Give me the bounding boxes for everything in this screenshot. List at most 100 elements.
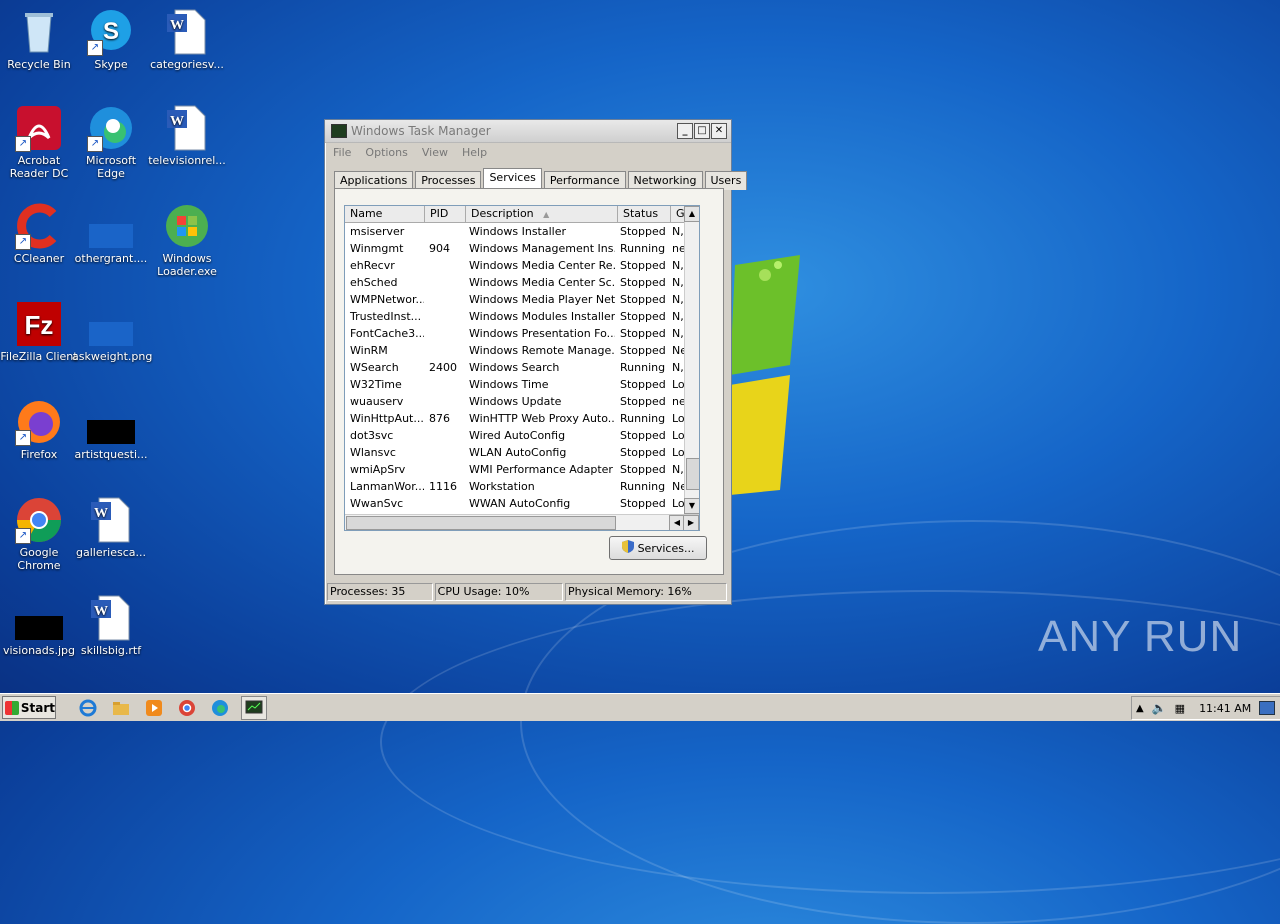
table-row[interactable]: WwanSvc WWAN AutoConfig Stopped Lo <box>345 495 699 512</box>
services-button[interactable]: Services... <box>609 536 707 560</box>
start-button[interactable]: Start <box>2 696 56 719</box>
service-description: Workstation <box>469 480 535 493</box>
task-manager-window[interactable]: Windows Task Manager _ □ ✕ File Options … <box>324 119 748 605</box>
column-name[interactable]: Name <box>345 206 425 222</box>
desktop-icon-galleriesca[interactable]: W galleriesca... <box>72 496 150 559</box>
close-button[interactable]: ✕ <box>711 123 727 139</box>
shortcut-arrow-icon: ↗ <box>87 136 103 152</box>
desktop-icon-askweight[interactable]: askweight.png <box>72 300 152 363</box>
desktop-icon-televisionrel[interactable]: W televisionrel... <box>148 104 226 167</box>
maximize-button[interactable]: □ <box>694 123 710 139</box>
network-icon[interactable]: ▦ <box>1175 702 1185 715</box>
desktop-icon-filezilla[interactable]: Fz FileZilla Client <box>0 300 78 363</box>
shortcut-arrow-icon: ↗ <box>15 136 31 152</box>
desktop-icon-othergrant[interactable]: othergrant.... <box>72 202 150 265</box>
table-row[interactable]: msiserver Windows Installer Stopped N, <box>345 223 699 240</box>
menu-help[interactable]: Help <box>462 146 487 159</box>
icon-label: categoriesv... <box>150 58 224 71</box>
show-hidden-icons-icon[interactable]: ▲ <box>1136 703 1144 714</box>
service-pid <box>424 461 464 478</box>
column-pid[interactable]: PID <box>425 206 466 222</box>
show-desktop-icon[interactable] <box>1259 701 1276 715</box>
word-document-icon: W <box>87 496 135 544</box>
service-status: Stopped <box>620 344 666 357</box>
column-description[interactable]: Description ▲ <box>466 206 618 222</box>
scroll-thumb[interactable] <box>686 458 699 490</box>
desktop-icon-skype[interactable]: S ↗ Skype <box>72 8 150 71</box>
sort-up-icon: ▲ <box>543 210 550 219</box>
service-name: W32Time <box>350 378 402 391</box>
icon-label: visionads.jpg <box>2 644 76 657</box>
table-row[interactable]: WinRM Windows Remote Manage... Stopped Ne <box>345 342 699 359</box>
service-description: Windows Remote Manage... <box>469 344 615 357</box>
table-row[interactable]: WMPNetwor... Windows Media Player Net... S… <box>345 291 699 308</box>
acrobat-icon: ↗ <box>15 104 63 152</box>
desktop-icon-chrome[interactable]: ↗ Google Chrome <box>0 496 78 572</box>
table-row[interactable]: WSearch 2400 Windows Search Running N, <box>345 359 699 376</box>
edge-taskbar-icon[interactable] <box>208 697 232 719</box>
icon-label: Google Chrome <box>17 546 61 572</box>
table-row[interactable]: Winmgmt 904 Windows Management Ins... Runni… <box>345 240 699 257</box>
table-row[interactable]: ehSched Windows Media Center Sc... Stopped… <box>345 274 699 291</box>
word-document-icon: W <box>163 104 211 152</box>
scroll-up-icon[interactable]: ▲ <box>684 206 699 222</box>
volume-icon[interactable]: 🔈 <box>1152 701 1167 715</box>
desktop-icon-ccleaner[interactable]: ↗ CCleaner <box>0 202 78 265</box>
service-status: Stopped <box>620 395 666 408</box>
desktop-icon-skillsbig[interactable]: W skillsbig.rtf <box>72 594 150 657</box>
service-name: dot3svc <box>350 429 394 442</box>
system-tray: ▲ 🔈 ▦ 11:41 AM <box>1131 696 1280 720</box>
service-pid <box>424 274 464 291</box>
scroll-down-icon[interactable]: ▼ <box>684 498 699 514</box>
table-row[interactable]: FontCache3... Windows Presentation Fo... S… <box>345 325 699 342</box>
desktop-icon-acrobat[interactable]: ↗ Acrobat Reader DC <box>0 104 78 180</box>
hscroll-thumb[interactable] <box>346 516 616 530</box>
file-explorer-icon[interactable] <box>109 697 133 719</box>
desktop-icon-visionads[interactable]: visionads.jpg <box>0 594 78 657</box>
column-status[interactable]: Status <box>618 206 671 222</box>
service-pid <box>424 257 464 274</box>
table-row[interactable]: TrustedInst... Windows Modules Installer S… <box>345 308 699 325</box>
vertical-scrollbar[interactable]: ▲ ▼ <box>684 206 699 514</box>
service-status: Stopped <box>620 378 666 391</box>
desktop-icon-firefox[interactable]: ↗ Firefox <box>0 398 78 461</box>
minimize-button[interactable]: _ <box>677 123 693 139</box>
desktop-icon-windows-loader[interactable]: Windows Loader.exe <box>148 202 226 278</box>
svg-text:W: W <box>170 114 184 129</box>
services-list[interactable]: Name PID Description ▲ Status G msiserve… <box>344 205 700 531</box>
clock[interactable]: 11:41 AM <box>1199 702 1251 715</box>
icon-label: Windows Loader.exe <box>157 252 217 278</box>
table-row[interactable]: dot3svc Wired AutoConfig Stopped Lo <box>345 427 699 444</box>
table-row[interactable]: wmiApSrv WMI Performance Adapter Stopped N, <box>345 461 699 478</box>
desktop-icon-edge[interactable]: ↗ Microsoft Edge <box>72 104 150 180</box>
desktop-icon-categoriesv[interactable]: W categoriesv... <box>148 8 226 71</box>
service-pid <box>424 376 464 393</box>
internet-explorer-icon[interactable] <box>76 697 100 719</box>
table-row[interactable]: W32Time Windows Time Stopped Lo <box>345 376 699 393</box>
watermark: ANY RUN <box>1038 612 1243 661</box>
desktop-icon-artistquesti[interactable]: artistquesti... <box>72 398 150 461</box>
menu-view[interactable]: View <box>422 146 448 159</box>
status-memory: Physical Memory: 16% <box>565 583 727 601</box>
task-manager-taskbar-icon[interactable] <box>241 695 267 720</box>
desktop-icon-recycle-bin[interactable]: Recycle Bin <box>0 8 78 71</box>
word-document-icon: W <box>87 594 135 642</box>
chrome-taskbar-icon[interactable] <box>175 697 199 719</box>
media-player-icon[interactable] <box>142 697 166 719</box>
windows-logo-decoration <box>730 255 800 495</box>
table-row[interactable]: Wlansvc WLAN AutoConfig Stopped Lo <box>345 444 699 461</box>
table-row[interactable]: ehRecvr Windows Media Center Re... Stopped… <box>345 257 699 274</box>
service-description: Windows Update <box>469 395 562 408</box>
menu-file[interactable]: File <box>333 146 351 159</box>
title-bar[interactable]: Windows Task Manager _ □ ✕ <box>325 120 731 143</box>
service-name: TrustedInst... <box>350 310 422 323</box>
table-row[interactable]: wuauserv Windows Update Stopped ne <box>345 393 699 410</box>
scroll-right-icon[interactable]: ▶ <box>683 515 699 530</box>
table-row[interactable]: WinHttpAut... 876 WinHTTP Web Proxy Auto..… <box>345 410 699 427</box>
service-pid <box>424 223 464 240</box>
menu-bar: File Options View Help <box>325 143 731 162</box>
table-row[interactable]: LanmanWor... 1116 Workstation Running Ne <box>345 478 699 495</box>
horizontal-scrollbar[interactable]: ◀ ▶ <box>345 514 699 530</box>
menu-options[interactable]: Options <box>365 146 407 159</box>
svg-text:Fz: Fz <box>25 310 54 340</box>
